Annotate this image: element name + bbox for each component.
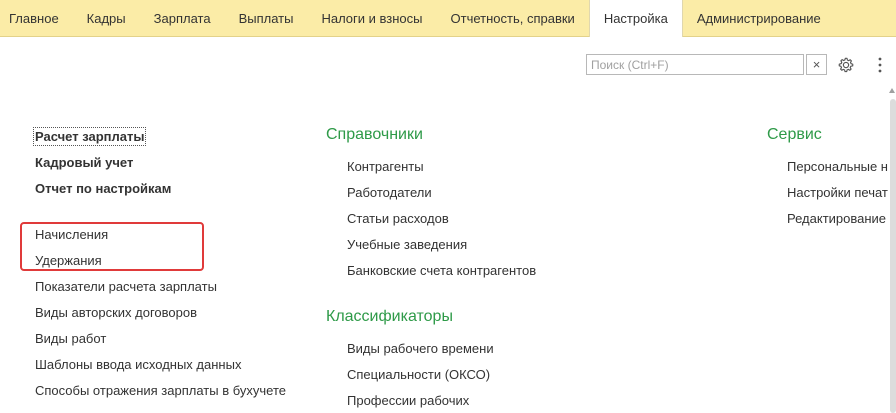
top-menu-bar: Главное Кадры Зарплата Выплаты Налоги и … [0, 0, 896, 37]
section-title-classifiers: Классификаторы [326, 308, 453, 325]
link-salary-accounting-methods[interactable]: Способы отражения зарплаты в бухучете [35, 383, 286, 398]
link-counterparty-bank-accounts[interactable]: Банковские счета контрагентов [347, 263, 536, 278]
link-specialties-okso[interactable]: Специальности (ОКСО) [347, 367, 490, 382]
link-hr-accounting[interactable]: Кадровый учет [35, 155, 133, 170]
link-educational-institutions[interactable]: Учебные заведения [347, 237, 467, 252]
link-print-settings[interactable]: Настройки печатн [787, 185, 888, 200]
tab-taxes[interactable]: Налоги и взносы [307, 0, 436, 36]
section-title-references: Справочники [326, 126, 423, 143]
link-salary-indicators[interactable]: Показатели расчета зарплаты [35, 279, 217, 294]
gear-icon [838, 57, 854, 73]
link-salary-calculation[interactable]: Расчет зарплаты [32, 127, 147, 146]
link-expense-items[interactable]: Статьи расходов [347, 211, 449, 226]
section-title-service: Сервис [767, 126, 822, 143]
search-clear-button[interactable]: × [806, 54, 827, 75]
link-employers[interactable]: Работодатели [347, 185, 432, 200]
search-placeholder: Поиск (Ctrl+F) [591, 58, 669, 72]
tab-salary[interactable]: Зарплата [140, 0, 225, 36]
scroll-up-arrow[interactable] [889, 88, 895, 93]
link-counterparties[interactable]: Контрагенты [347, 159, 424, 174]
tab-reports[interactable]: Отчетность, справки [437, 0, 589, 36]
close-icon: × [812, 57, 821, 72]
link-personal-settings[interactable]: Персональные на [787, 159, 888, 174]
link-settings-report[interactable]: Отчет по настройкам [35, 181, 171, 196]
search-input[interactable]: Поиск (Ctrl+F) [586, 54, 804, 75]
link-input-templates[interactable]: Шаблоны ввода исходных данных [35, 357, 241, 372]
tab-personnel[interactable]: Кадры [73, 0, 140, 36]
tab-settings[interactable]: Настройка [588, 0, 683, 37]
link-work-types[interactable]: Виды работ [35, 331, 106, 346]
link-editing[interactable]: Редактирование [787, 211, 888, 226]
settings-button[interactable] [836, 55, 856, 75]
link-worker-professions[interactable]: Профессии рабочих [347, 393, 469, 408]
tab-payments[interactable]: Выплаты [225, 0, 308, 36]
link-accruals[interactable]: Начисления [35, 227, 108, 242]
tab-administration[interactable]: Администрирование [683, 0, 835, 36]
link-working-time-types[interactable]: Виды рабочего времени [347, 341, 494, 356]
link-author-contract-types[interactable]: Виды авторских договоров [35, 305, 197, 320]
vertical-dots-icon [878, 57, 882, 73]
more-actions-button[interactable] [876, 54, 884, 76]
tab-main[interactable]: Главное [0, 0, 73, 36]
link-deductions[interactable]: Удержания [35, 253, 102, 268]
vertical-scrollbar[interactable] [890, 99, 896, 413]
